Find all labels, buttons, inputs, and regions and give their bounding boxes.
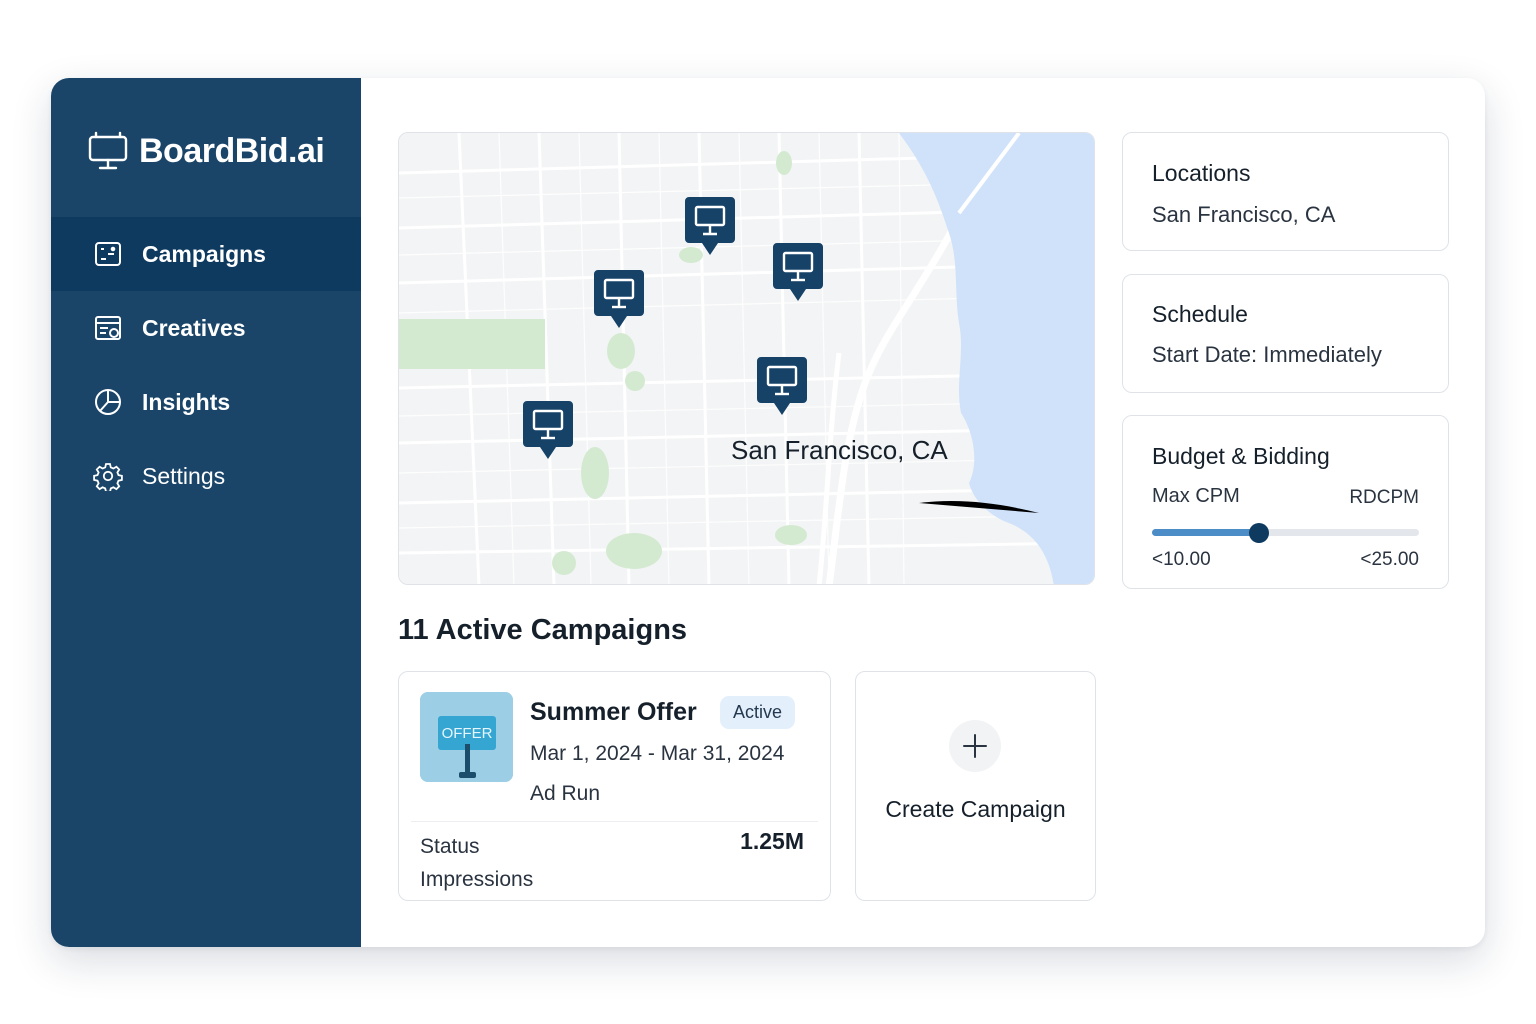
sidebar-item-label: Settings [142, 462, 226, 489]
pie-chart-icon [93, 387, 123, 417]
sidebar-item-label: Campaigns [142, 240, 266, 267]
app-window: BoardBid.ai Campaigns Creatives Insights… [51, 78, 1485, 947]
slider-fill [1152, 529, 1259, 536]
create-campaign-button[interactable]: Create Campaign [855, 671, 1096, 901]
main-content: San Francisco, CA 11 Active Campaigns OF… [361, 78, 1485, 947]
slider-max-label: <25.00 [1360, 549, 1419, 570]
sidebar-item-insights[interactable]: Insights [51, 365, 361, 439]
map-background [399, 133, 1094, 584]
creatives-icon [93, 313, 123, 343]
sidebar-item-settings[interactable]: Settings [51, 439, 361, 513]
panel-title: Locations [1152, 160, 1251, 186]
billboard-pin-icon[interactable] [521, 399, 575, 465]
billboard-pin-icon[interactable] [755, 355, 809, 421]
brand-name: BoardBid.ai [139, 131, 325, 170]
map-location-label: San Francisco, CA [731, 435, 948, 465]
locations-panel[interactable]: Locations San Francisco, CA [1122, 132, 1449, 251]
sidebar-item-campaigns[interactable]: Campaigns [51, 217, 361, 291]
active-campaigns-heading: 11 Active Campaigns [398, 614, 688, 646]
campaign-thumbnail: OFFER [420, 692, 513, 782]
gear-icon [93, 461, 123, 493]
card-divider [411, 821, 818, 822]
locations-value: San Francisco, CA [1152, 202, 1336, 227]
campaign-map[interactable]: San Francisco, CA [398, 132, 1095, 585]
slider-thumb[interactable] [1248, 523, 1269, 543]
stat-label-impressions: Impressions [420, 868, 534, 891]
campaign-card[interactable]: OFFER Summer Offer Active Mar 1, 2024 - … [398, 671, 831, 901]
budget-panel: Budget & Bidding Max CPM RDCPM <10.00 <2… [1122, 415, 1449, 589]
billboard-pin-icon[interactable] [771, 241, 825, 307]
campaign-name: Summer Offer [530, 698, 697, 726]
max-cpm-label: Max CPM [1152, 485, 1240, 507]
slider-min-label: <10.00 [1152, 549, 1211, 570]
impressions-value: 1.25M [740, 828, 804, 854]
campaigns-icon [93, 239, 123, 269]
panel-title: Schedule [1152, 301, 1248, 327]
schedule-value: Start Date: Immediately [1152, 342, 1382, 367]
schedule-panel[interactable]: Schedule Start Date: Immediately [1122, 274, 1449, 393]
thumbnail-text: OFFER [441, 725, 493, 742]
brand[interactable]: BoardBid.ai [87, 130, 325, 172]
sidebar-nav: Campaigns Creatives Insights Settings [51, 217, 361, 513]
sidebar-item-creatives[interactable]: Creatives [51, 291, 361, 365]
panel-title: Budget & Bidding [1152, 443, 1330, 469]
sidebar-item-label: Insights [142, 388, 231, 415]
monitor-icon [87, 130, 129, 172]
status-badge: Active [720, 696, 796, 729]
cpm-slider[interactable] [1152, 523, 1419, 543]
rdcpm-label: RDCPM [1349, 487, 1419, 508]
campaign-dates: Mar 1, 2024 - Mar 31, 2024 [530, 742, 785, 765]
create-campaign-label: Create Campaign [885, 796, 1066, 822]
sidebar-item-label: Creatives [142, 314, 246, 341]
stat-labels: Status Impressions [420, 830, 533, 896]
sidebar: BoardBid.ai Campaigns Creatives Insights… [51, 78, 361, 947]
billboard-pin-icon[interactable] [683, 195, 737, 261]
billboard-pin-icon[interactable] [592, 268, 646, 334]
campaign-run-type: Ad Run [530, 782, 601, 805]
stat-label-status: Status [420, 835, 480, 858]
plus-icon [949, 720, 1001, 772]
